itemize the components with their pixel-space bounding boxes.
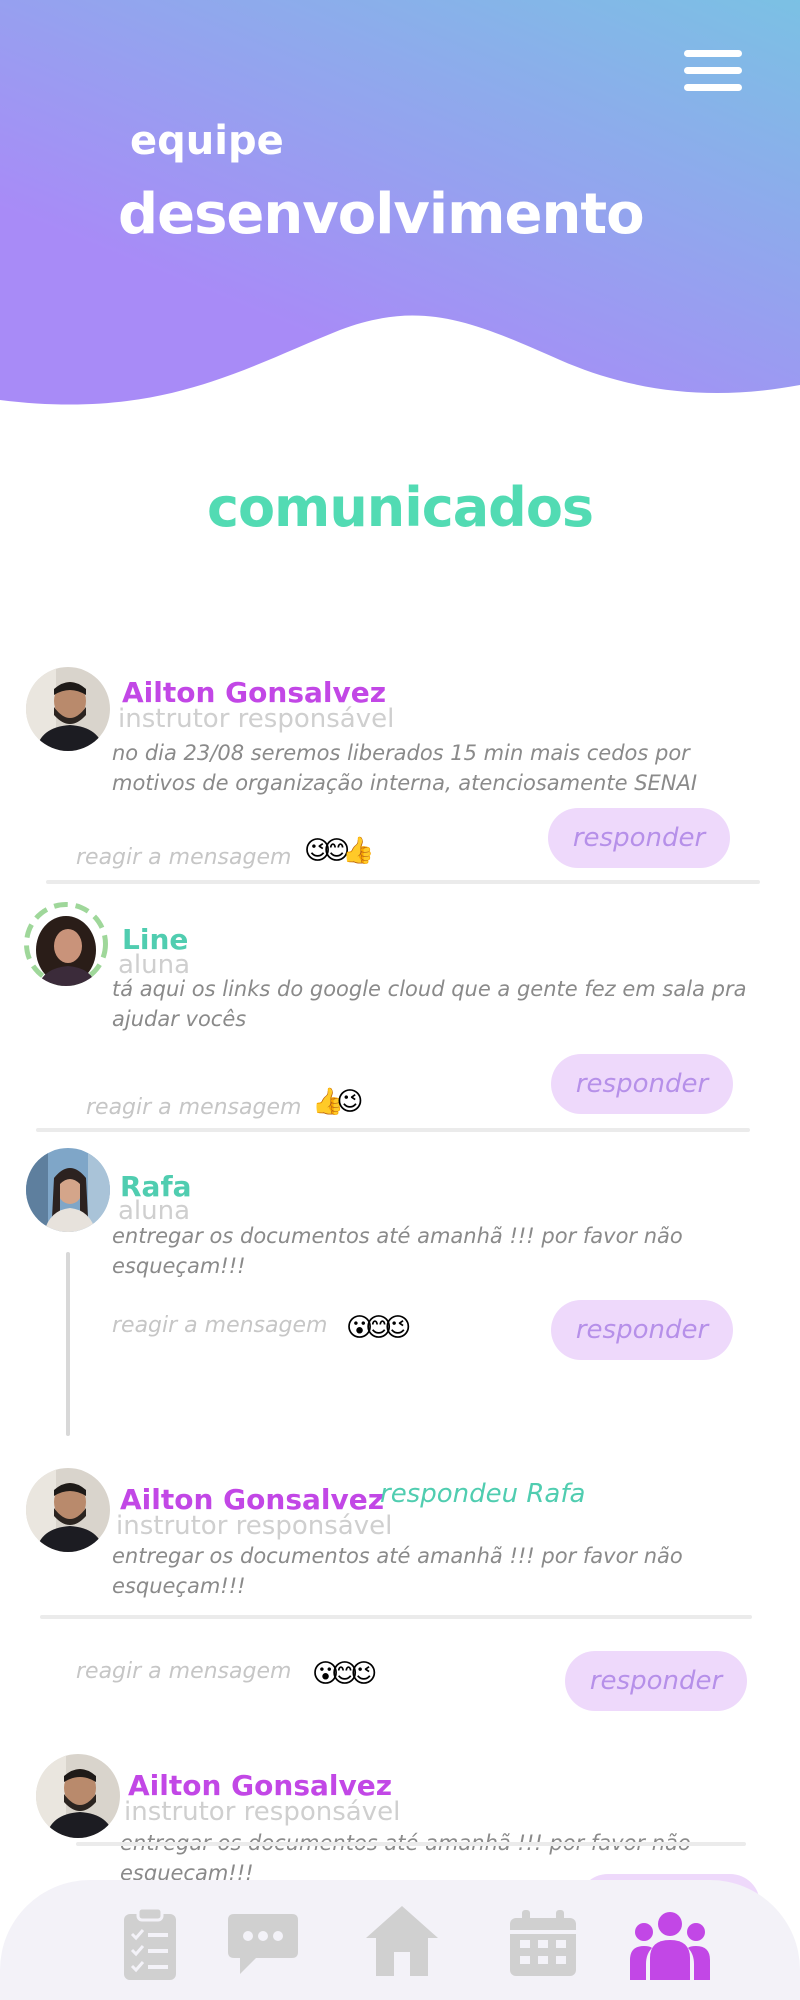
team-icon[interactable] — [628, 1910, 712, 1984]
home-icon[interactable] — [364, 1904, 440, 1982]
react-link[interactable]: reagir a mensagem — [76, 845, 291, 870]
message-text: tá aqui os links do google cloud que a g… — [112, 977, 747, 1031]
header: equipe desenvolvimento — [0, 0, 800, 420]
author-role: instrutor responsável — [124, 1797, 401, 1827]
react-link[interactable]: reagir a mensagem — [76, 1659, 291, 1684]
reply-button[interactable]: responder — [565, 1651, 747, 1711]
hamburger-menu-icon[interactable] — [684, 50, 742, 94]
message-text: no dia 23/08 seremos liberados 15 min ma… — [112, 741, 698, 795]
checklist-icon[interactable] — [120, 1906, 180, 1986]
chat-icon[interactable] — [226, 1912, 300, 1982]
reactions[interactable]: 😮😊😉 — [346, 1313, 411, 1343]
reactions[interactable]: 👍😉 — [312, 1087, 364, 1117]
avatar[interactable] — [26, 1468, 110, 1552]
section-title: comunicados — [206, 476, 594, 539]
reactions[interactable]: 😉😊👍 — [304, 836, 375, 866]
avatar[interactable] — [24, 902, 108, 986]
reply-button[interactable]: responder — [551, 1300, 733, 1360]
author-role: instrutor responsável — [118, 704, 395, 734]
thread-line — [66, 1252, 70, 1436]
divider — [76, 1842, 746, 1846]
divider — [46, 880, 760, 884]
message-text: entregar os documentos até amanhã !!! po… — [112, 1224, 683, 1278]
divider — [36, 1128, 750, 1132]
avatar[interactable] — [26, 1148, 110, 1232]
calendar-icon[interactable] — [508, 1910, 578, 1982]
team-label: equipe — [130, 118, 284, 164]
divider — [40, 1615, 752, 1619]
reply-button[interactable]: responder — [551, 1054, 733, 1114]
reply-note: respondeu Rafa — [380, 1479, 586, 1509]
message-text: entregar os documentos até amanhã !!! po… — [112, 1544, 683, 1598]
react-link[interactable]: reagir a mensagem — [112, 1313, 327, 1338]
react-link[interactable]: reagir a mensagem — [86, 1095, 301, 1120]
avatar[interactable] — [36, 1754, 120, 1838]
reply-button[interactable]: responder — [548, 808, 730, 868]
avatar[interactable] — [26, 667, 110, 751]
author-role: instrutor responsável — [116, 1511, 393, 1541]
reactions[interactable]: 😮😊😉 — [312, 1659, 377, 1689]
bottom-nav — [0, 1880, 800, 2000]
team-name: desenvolvimento — [118, 182, 645, 247]
